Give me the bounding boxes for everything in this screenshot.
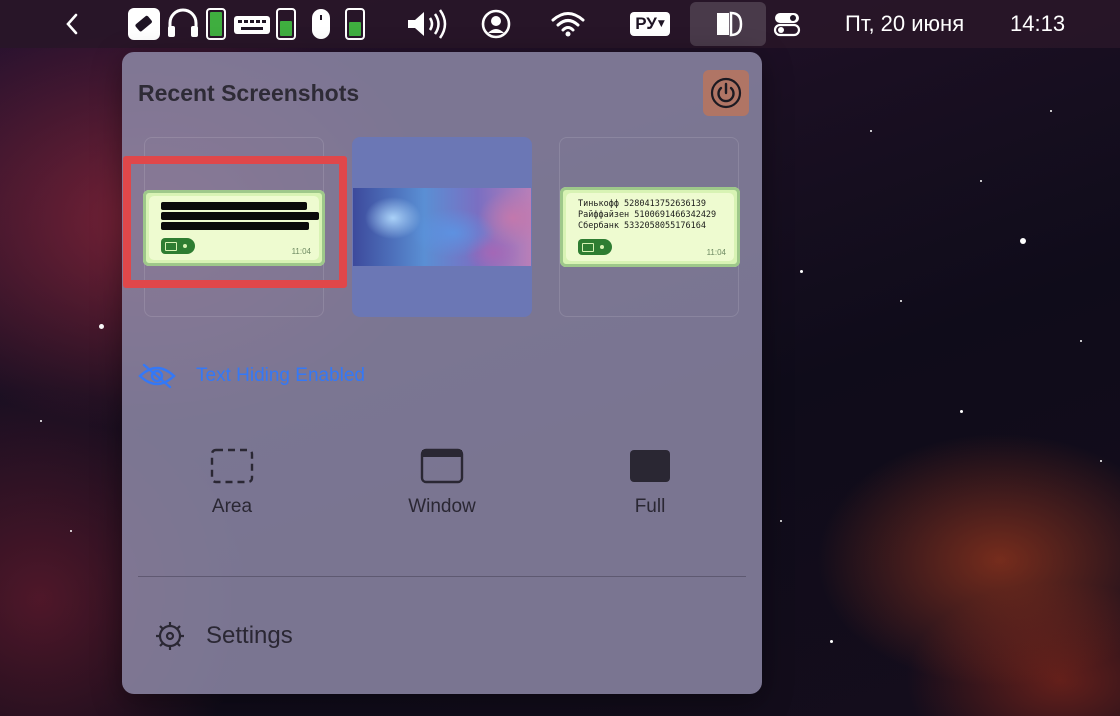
selection-highlight xyxy=(123,156,347,288)
filled-rect-icon xyxy=(630,450,670,482)
text-hiding-toggle[interactable]: Text Hiding Enabled xyxy=(138,362,365,390)
menubar-clock[interactable]: 14:13 xyxy=(1010,0,1090,48)
capture-area-label: Area xyxy=(211,496,253,517)
capture-full-button[interactable]: Full xyxy=(590,448,710,528)
screenshot-panel: Recent Screenshots 11:04 Тинькофф 528041… xyxy=(122,52,762,694)
dongle-icon[interactable] xyxy=(126,0,162,48)
app-icon[interactable] xyxy=(690,2,766,46)
user-icon[interactable] xyxy=(478,0,514,48)
menubar-date[interactable]: Пт, 20 июня xyxy=(845,0,1000,48)
chat-text-lines: Тинькофф 5280413752636139 Райффайзен 510… xyxy=(578,199,717,231)
keyboard-layout-label: РУ xyxy=(635,14,657,33)
headphones-battery-icon[interactable] xyxy=(166,0,228,48)
window-icon xyxy=(420,448,464,484)
thumbnail-2-image xyxy=(353,188,531,266)
settings-label: Settings xyxy=(206,622,293,649)
thumbnail-3-image: Тинькофф 5280413752636139 Райффайзен 510… xyxy=(560,187,740,267)
date-text: Пт, 20 июня xyxy=(845,11,965,36)
chevron-left-icon[interactable] xyxy=(60,0,84,48)
capture-window-button[interactable]: Window xyxy=(382,448,502,528)
mouse-battery-icon[interactable] xyxy=(308,0,368,48)
volume-icon[interactable] xyxy=(404,0,450,48)
chat-time: 11:04 xyxy=(706,248,726,257)
time-text: 14:13 xyxy=(1010,11,1066,36)
keyboard-layout-button[interactable]: РУ ▼ xyxy=(627,0,673,48)
caret-down-icon: ▼ xyxy=(657,19,665,29)
settings-button[interactable]: Settings xyxy=(154,620,293,652)
wifi-icon[interactable] xyxy=(550,0,586,48)
text-hiding-label: Text Hiding Enabled xyxy=(196,365,365,386)
eye-slash-icon xyxy=(138,363,176,389)
capture-window-label: Window xyxy=(408,496,476,517)
card-tag-icon xyxy=(578,239,612,255)
gear-icon xyxy=(156,622,184,650)
power-button[interactable] xyxy=(703,70,749,116)
capture-full-label: Full xyxy=(634,496,666,517)
menu-bar: РУ ▼ Пт, 20 июня 14:13 xyxy=(0,0,1120,48)
keyboard-battery-icon[interactable] xyxy=(232,0,298,48)
dashed-rect-icon xyxy=(210,448,254,484)
capture-area-button[interactable]: Area xyxy=(172,448,292,528)
control-center-icon[interactable] xyxy=(770,0,804,48)
power-icon xyxy=(710,77,742,109)
panel-title: Recent Screenshots xyxy=(138,80,360,106)
divider xyxy=(138,576,746,577)
